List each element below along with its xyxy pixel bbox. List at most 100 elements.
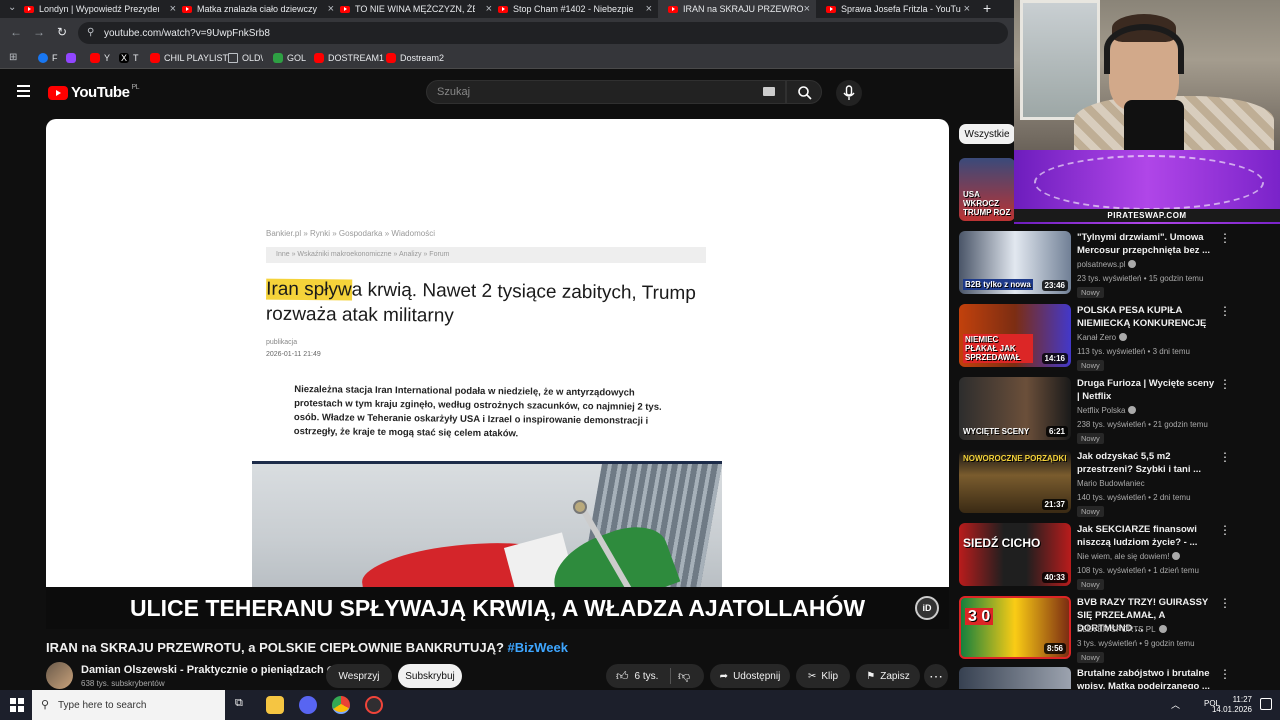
recommended-video[interactable]: Brutalne zabójstwo i brutalne wpisy. Mat… (959, 667, 1259, 689)
channel-name[interactable]: Mario Budowlaniec (1077, 479, 1145, 488)
close-tab-icon[interactable]: × (964, 3, 970, 15)
bookmark-gol[interactable]: GOL (273, 53, 306, 63)
tab-search-icon[interactable]: ⌄ (8, 2, 16, 13)
clip-button[interactable]: ✂ Klip (796, 664, 850, 688)
recommended-video[interactable]: 3 0 8:56 BVB RAZY TRZY! GUIRASSY SIĘ PRZ… (959, 596, 1259, 663)
recommended-video[interactable]: NIEMIEC PŁAKAŁ JAK SPRZEDAWAŁ 14:16 POLS… (959, 304, 1259, 371)
forward-arrow-icon[interactable]: → (33, 25, 45, 39)
recommended-video[interactable]: NOWOROCZNE PORZĄDKI 21:37 Jak odzyskać 5… (959, 450, 1259, 517)
taskbar-search-placeholder: Type here to search (58, 699, 147, 711)
video-thumbnail[interactable]: NIEMIEC PŁAKAŁ JAK SPRZEDAWAŁ 14:16 (959, 304, 1071, 367)
folder-icon (228, 53, 238, 63)
browser-tab-2[interactable]: Matka znalazła ciało dziewczyn × (182, 0, 340, 18)
close-tab-icon[interactable]: × (804, 3, 810, 15)
video-thumbnail[interactable]: B2B tylko z nowa 23:46 (959, 231, 1071, 294)
channel-name[interactable]: Netflix Polska (1077, 406, 1137, 415)
browser-tab-4[interactable]: Stop Cham #1402 - Niebezpiec × (498, 0, 658, 18)
save-button[interactable]: ⚑ Zapisz (856, 664, 920, 688)
obs-icon[interactable] (365, 696, 383, 714)
subscribe-button[interactable]: Subskrybuj (398, 664, 462, 688)
bookmark-twitch[interactable] (66, 53, 80, 63)
video-title[interactable]: Jak odzyskać 5,5 m2 przestrzeni? Szybki … (1077, 450, 1215, 476)
more-vertical-icon[interactable]: ⋮ (1219, 377, 1231, 391)
channel-name[interactable]: Damian Olszewski - Praktycznie o pieniąd… (81, 664, 335, 676)
more-vertical-icon[interactable]: ⋮ (1219, 231, 1231, 245)
back-arrow-icon[interactable]: ← (10, 25, 22, 39)
browser-tab-1[interactable]: Londyn | Wypowiedź Prezydent × (24, 0, 182, 18)
browser-tab-3[interactable]: TO NIE WINA MĘŻCZYZN, ŻE P × (340, 0, 498, 18)
video-thumbnail[interactable]: SIEDŹ CICHO 40:33 (959, 523, 1071, 586)
bookmark-f[interactable]: F (38, 53, 58, 63)
recommended-video[interactable]: WYCIĘTE SCENY 6:21 Druga Furioza | Wycię… (959, 377, 1259, 444)
windows-start-icon[interactable] (10, 698, 24, 712)
tray-chevron-icon[interactable]: ︿ (1171, 698, 1180, 711)
share-button[interactable]: ➦ Udostępnij (710, 664, 790, 688)
channel-name[interactable]: ELEVEN SPORTS PL (1077, 625, 1167, 634)
browser-tab-strip: ⌄ Londyn | Wypowiedź Prezydent × Matka z… (0, 0, 1014, 18)
apps-grid-icon[interactable]: ⊞ (9, 52, 17, 63)
video-thumbnail[interactable]: WYCIĘTE SCENY 6:21 (959, 377, 1071, 440)
video-title[interactable]: Brutalne zabójstwo i brutalne wpisy. Mat… (1077, 667, 1215, 689)
site-info-icon[interactable]: ⚲ (87, 27, 94, 38)
browser-tab-active[interactable]: IRAN na SKRAJU PRZEWROTU, × (658, 0, 816, 18)
video-thumbnail[interactable]: 3 0 8:56 (959, 596, 1071, 659)
close-tab-icon[interactable]: × (646, 3, 652, 15)
more-vertical-icon[interactable]: ⋮ (1219, 304, 1231, 318)
thumbs-up-icon[interactable]: 👍︎ (616, 669, 629, 684)
close-tab-icon[interactable]: × (328, 3, 334, 15)
youtube-logo[interactable]: YouTube PL (48, 84, 139, 101)
bookmark-chil-playlist[interactable]: CHIL PLAYLIST (150, 53, 228, 63)
keyboard-icon[interactable] (763, 87, 775, 96)
bookmark-t[interactable]: XT (119, 53, 139, 63)
bookmark-y[interactable]: Y (90, 53, 110, 63)
notifications-icon[interactable] (1260, 698, 1272, 710)
video-thumbnail[interactable] (959, 667, 1071, 689)
support-button[interactable]: Wesprzyj (326, 664, 392, 688)
bookmark-dostream2[interactable]: Dostream2 (386, 53, 444, 63)
like-count[interactable]: 6 tys. (635, 671, 659, 682)
more-vertical-icon[interactable]: ⋮ (1219, 667, 1231, 681)
search-button[interactable] (786, 80, 822, 104)
thumbs-down-icon[interactable]: 👎︎ (678, 669, 690, 684)
channel-name[interactable]: Kanał Zero (1077, 333, 1128, 342)
video-title[interactable]: "Tylnymi drzwiami". Umowa Mercosur przep… (1077, 231, 1215, 257)
youtube-favicon-icon (24, 5, 34, 13)
bookmark-dostream1[interactable]: DOSTREAM1 (314, 53, 384, 63)
chrome-icon[interactable] (332, 696, 350, 714)
channel-name[interactable]: Nie wiem, ale się dowiem! (1077, 552, 1181, 561)
video-player[interactable]: Bankier.pl » Rynki » Gospodarka » Wiadom… (46, 119, 949, 629)
file-explorer-icon[interactable] (266, 696, 284, 714)
browser-tab-6[interactable]: Sprawa Josefa Fritzla - YouTube × (816, 0, 976, 18)
video-title[interactable]: POLSKA PESA KUPIŁA NIEMIECKĄ KONKURENCJĘ (1077, 304, 1215, 330)
system-clock[interactable]: 11:27 14.01.2026 (1212, 695, 1252, 715)
video-thumbnail[interactable]: NOWOROCZNE PORZĄDKI 21:37 (959, 450, 1071, 513)
channel-avatar[interactable] (46, 662, 73, 689)
more-vertical-icon[interactable]: ⋮ (1219, 523, 1231, 537)
recommended-video[interactable]: B2B tylko z nowa 23:46 "Tylnymi drzwiami… (959, 231, 1259, 298)
more-actions-button[interactable]: ⋯ (924, 664, 948, 688)
hashtag-link[interactable]: #BizWeek (508, 640, 568, 655)
more-vertical-icon[interactable]: ⋮ (1219, 596, 1231, 610)
filter-chip-all[interactable]: Wszystkie (959, 124, 1015, 144)
menu-hamburger-icon[interactable] (17, 85, 30, 97)
search-input[interactable]: Szukaj (426, 80, 786, 104)
clock-date: 14.01.2026 (1211, 705, 1252, 714)
bookmark-old[interactable]: OLD\ (228, 53, 263, 63)
url-field[interactable]: ⚲ youtube.com/watch?v=9UwpFnkSrb8 (78, 22, 1008, 44)
discord-icon[interactable] (299, 696, 317, 714)
close-tab-icon[interactable]: × (170, 3, 176, 15)
voice-search-button[interactable] (836, 80, 862, 106)
recommended-video[interactable]: SIEDŹ CICHO 40:33 Jak SEKCIARZE finansow… (959, 523, 1259, 590)
tab-title: Londyn | Wypowiedź Prezydent (39, 4, 159, 14)
reload-icon[interactable]: ↻ (57, 25, 67, 39)
taskbar-search-input[interactable]: ⚲ Type here to search (32, 690, 225, 720)
more-vertical-icon[interactable]: ⋮ (1219, 450, 1231, 464)
video-thumbnail[interactable]: USA WKROCZ TRUMP ROZ (959, 158, 1015, 221)
gol-icon (273, 53, 283, 63)
channel-name[interactable]: polsatnews.pl (1077, 260, 1137, 269)
close-tab-icon[interactable]: × (486, 3, 492, 15)
new-tab-icon[interactable]: + (983, 0, 991, 16)
video-title[interactable]: Jak SEKCIARZE finansowi niszczą ludziom … (1077, 523, 1215, 549)
video-title[interactable]: Druga Furioza | Wycięte sceny | Netflix (1077, 377, 1215, 403)
task-view-icon[interactable]: ⧉ (235, 697, 243, 710)
